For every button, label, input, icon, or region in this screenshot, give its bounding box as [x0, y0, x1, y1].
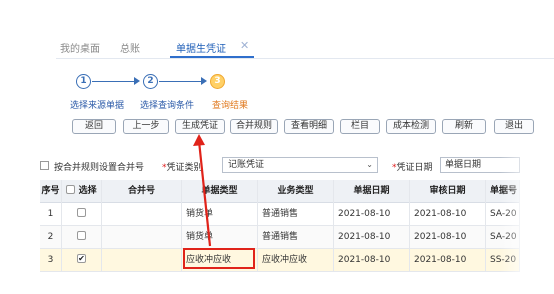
row-audit-date: 2021-08-10 — [410, 226, 486, 249]
cost-check-button[interactable]: 成本检测 — [386, 119, 436, 134]
column-header-select-label: 选择 — [78, 186, 97, 196]
step-3-circle[interactable]: 3 — [210, 74, 225, 89]
select-all-checkbox[interactable] — [66, 185, 76, 194]
step-1-label[interactable]: 选择来源单据 — [70, 98, 124, 111]
voucher-type-label: *凭证类别 — [162, 160, 203, 173]
row-biz-type: 普通销售 — [258, 203, 334, 226]
row-audit-date: 2021-08-10 — [410, 249, 486, 272]
row-checkbox-checked[interactable]: ✔ — [77, 254, 86, 263]
row-merge[interactable] — [102, 249, 182, 272]
merge-rule-checkbox[interactable] — [40, 161, 49, 170]
close-icon[interactable]: ✕ — [240, 39, 249, 52]
refresh-button[interactable]: 刷新 — [442, 119, 486, 134]
step-connector — [92, 81, 134, 82]
exit-button[interactable]: 退出 — [494, 119, 534, 134]
row-doc-type: 销货单 — [182, 226, 258, 249]
row-select-cell — [62, 203, 102, 226]
tab-divider — [56, 58, 554, 59]
column-header-biz-type[interactable]: 业务类型 — [258, 180, 334, 203]
row-checkbox[interactable] — [77, 208, 86, 217]
voucher-date-value: 单据日期 — [445, 160, 482, 170]
tab-my-desktop[interactable]: 我的桌面 — [60, 40, 100, 55]
back-button[interactable]: 返回 — [72, 119, 116, 134]
row-doc-type: 销货单 — [182, 203, 258, 226]
step-2-circle[interactable]: 2 — [143, 74, 158, 89]
chevron-down-icon: ⌄ — [366, 160, 373, 169]
voucher-type-label-text: 凭证类别 — [166, 163, 203, 173]
merge-rules-button[interactable]: 合并规则 — [230, 119, 278, 134]
previous-step-button[interactable]: 上一步 — [123, 119, 169, 134]
column-header-doc-type[interactable]: 单据类型 — [182, 180, 258, 203]
column-header-doc-date[interactable]: 单据日期 — [334, 180, 410, 203]
row-audit-date: 2021-08-10 — [410, 203, 486, 226]
columns-button[interactable]: 栏目 — [340, 119, 380, 134]
row-biz-type: 应收冲应收 — [258, 249, 334, 272]
column-header-merge[interactable]: 合并号 — [102, 180, 182, 203]
column-header-no[interactable]: 序号 — [40, 180, 62, 203]
generate-voucher-button[interactable]: 生成凭证 — [175, 119, 225, 134]
arrow-right-icon — [134, 77, 140, 85]
step-3-label[interactable]: 查询结果 — [212, 98, 248, 111]
row-select-cell — [62, 226, 102, 249]
row-biz-type: 普通销售 — [258, 226, 334, 249]
column-header-audit-date[interactable]: 审核日期 — [410, 180, 486, 203]
row-merge[interactable] — [102, 226, 182, 249]
step-2-label[interactable]: 选择查询条件 — [140, 98, 194, 111]
tab-bar: 我的桌面 总账 单据生凭证 ✕ — [0, 0, 554, 62]
column-header-select[interactable]: 选择 — [62, 180, 102, 203]
step-1-circle[interactable]: 1 — [76, 74, 91, 89]
doc-type-highlight — [183, 248, 255, 269]
edge-fade — [500, 150, 554, 294]
table-row[interactable]: 2 销货单 普通销售 2021-08-10 2021-08-10 SA-20 — [40, 226, 520, 249]
row-select-cell: ✔ — [62, 249, 102, 272]
tab-voucher-generation[interactable]: 单据生凭证 — [176, 40, 226, 55]
row-doc-date: 2021-08-10 — [334, 226, 410, 249]
step-connector — [159, 81, 201, 82]
table-row[interactable]: 1 销货单 普通销售 2021-08-10 2021-08-10 SA-20 — [40, 203, 520, 226]
view-details-button[interactable]: 查看明细 — [284, 119, 334, 134]
row-no: 3 — [40, 249, 62, 272]
tab-general-ledger[interactable]: 总账 — [120, 40, 140, 55]
row-doc-date: 2021-08-10 — [334, 249, 410, 272]
row-no: 1 — [40, 203, 62, 226]
voucher-date-label-text: 凭证日期 — [396, 163, 433, 173]
voucher-type-select[interactable]: 记账凭证 ⌄ — [222, 157, 378, 173]
table-header: 序号 选择 合并号 单据类型 业务类型 单据日期 审核日期 单据号 — [40, 180, 520, 203]
voucher-type-value: 记账凭证 — [228, 160, 265, 170]
merge-rule-label: 按合并规则设置合并号 — [54, 163, 145, 173]
row-doc-date: 2021-08-10 — [334, 203, 410, 226]
row-no: 2 — [40, 226, 62, 249]
row-checkbox[interactable] — [77, 231, 86, 240]
documents-table: 序号 选择 合并号 单据类型 业务类型 单据日期 审核日期 单据号 1 销货单 … — [40, 180, 520, 272]
table-row-selected[interactable]: 3 ✔ 应收冲应收 应收冲应收 2021-08-10 2021-08-10 SS… — [40, 249, 520, 272]
voucher-date-label: *凭证日期 — [392, 160, 433, 173]
arrow-right-icon — [201, 77, 207, 85]
row-merge[interactable] — [102, 203, 182, 226]
